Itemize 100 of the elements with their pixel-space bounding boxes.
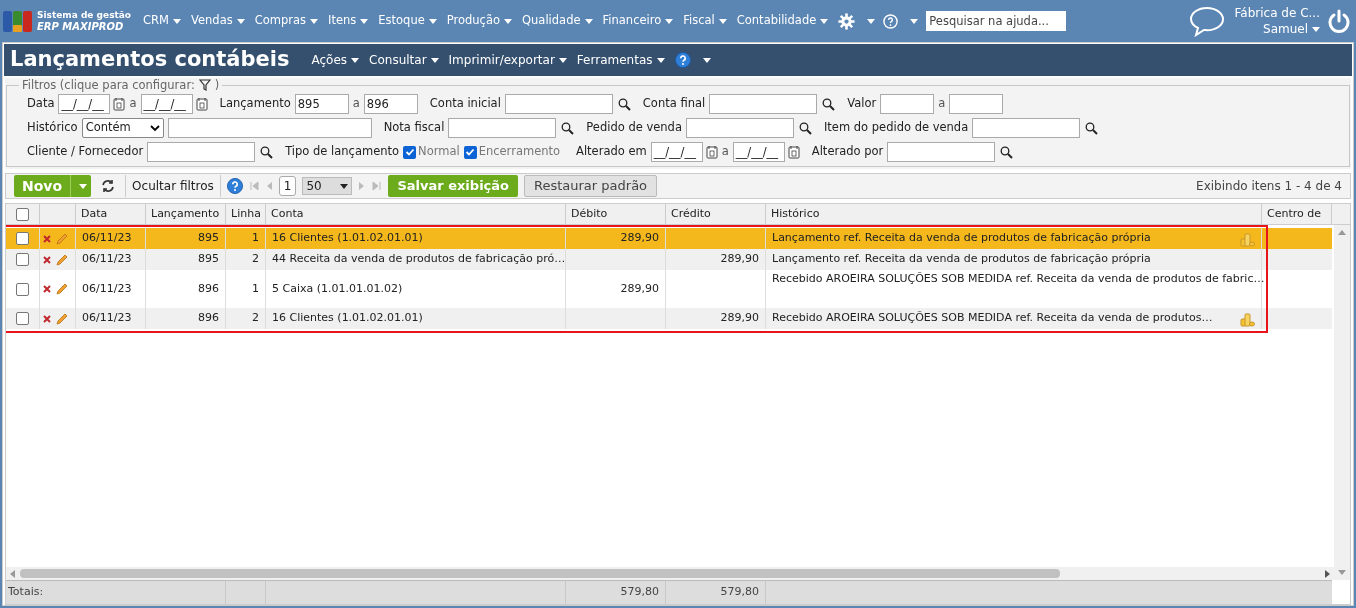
scroll-left-icon[interactable]	[8, 569, 18, 578]
scroll-down-icon[interactable]	[1338, 570, 1346, 576]
row-checkbox[interactable]	[16, 232, 29, 245]
row-checkbox[interactable]	[16, 282, 29, 296]
caret-icon	[340, 183, 349, 189]
caret-icon	[310, 18, 319, 24]
horizontal-scrollbar[interactable]	[6, 567, 1334, 580]
caret-icon	[360, 18, 369, 24]
search-icon[interactable]	[798, 121, 812, 135]
scroll-up-icon[interactable]	[1338, 229, 1346, 235]
column-header[interactable]: Crédito	[666, 204, 766, 224]
page-menu[interactable]: Imprimir/exportar	[448, 51, 567, 69]
nav-menu[interactable]: Itens	[328, 12, 369, 30]
nav-menu[interactable]: Contabilidade	[736, 12, 829, 30]
settings-icon[interactable]	[838, 12, 856, 30]
logo-icon	[3, 9, 33, 33]
input-field[interactable]: 895	[294, 94, 349, 114]
input-field[interactable]	[880, 94, 935, 114]
date-field[interactable]: __/__/__	[140, 94, 193, 114]
nav-menu[interactable]: Fiscal	[683, 12, 727, 30]
input-field[interactable]	[167, 118, 372, 138]
filter-label: Conta final	[642, 95, 706, 113]
search-icon[interactable]	[822, 97, 836, 111]
search-icon[interactable]	[561, 121, 575, 135]
calendar-icon[interactable]	[787, 145, 800, 159]
table-cell: Lançamento ref. Receita da venda de produtos de fabricação própria	[772, 230, 1151, 247]
date-field[interactable]: __/__/__	[732, 142, 785, 162]
page-menu[interactable]: Ferramentas	[576, 51, 665, 69]
input-field[interactable]	[448, 118, 557, 138]
input-field[interactable]: 896	[363, 94, 418, 114]
search-icon[interactable]	[1000, 145, 1014, 159]
refresh-icon[interactable]	[101, 179, 116, 193]
row-checkbox[interactable]	[16, 312, 29, 325]
column-header[interactable]: Data	[76, 204, 146, 224]
column-header[interactable]: Débito	[566, 204, 666, 224]
date-field[interactable]: __/__/__	[650, 142, 703, 162]
input-field[interactable]	[147, 142, 256, 162]
nav-menu[interactable]: Qualidade	[522, 12, 593, 30]
delete-icon[interactable]	[43, 255, 51, 264]
power-icon[interactable]	[1328, 9, 1350, 33]
nav-menu[interactable]: Compras	[254, 12, 319, 30]
input-field[interactable]	[887, 142, 996, 162]
edit-icon[interactable]	[55, 282, 69, 296]
nav-menu[interactable]: Financeiro	[602, 12, 674, 30]
search-icon[interactable]	[260, 145, 274, 159]
caret-icon	[584, 18, 593, 24]
search-icon[interactable]	[617, 97, 631, 111]
edit-icon[interactable]	[55, 252, 69, 267]
caret-icon	[867, 19, 876, 24]
calendar-icon[interactable]	[195, 97, 208, 111]
input-field[interactable]	[685, 118, 794, 138]
caret-icon	[656, 57, 665, 63]
page-menu[interactable]: Ações	[311, 51, 360, 69]
table-row[interactable]: 06/11/23 896 2 16 Clientes (1.01.02.01.01) 289,90 Recebido AROEIRA SOLUÇÕES SOB MEDIDA ref. Receita da venda de produtos…	[6, 308, 1332, 329]
search-icon[interactable]	[1085, 121, 1099, 135]
restore-default-button[interactable]: Restaurar padrão	[524, 175, 658, 197]
help-search-field[interactable]: Pesquisar na ajuda...	[926, 11, 1067, 31]
filter-label: Tipo de lançamento	[285, 143, 400, 161]
date-field[interactable]: __/__/__	[58, 94, 111, 114]
page-menu[interactable]: Consultar	[369, 51, 439, 69]
page-size-select[interactable]: 50	[302, 177, 353, 195]
select-field[interactable]: Contém	[81, 118, 164, 138]
column-header[interactable]: Histórico	[766, 204, 1262, 224]
vertical-scrollbar[interactable]	[1334, 225, 1350, 580]
calendar-icon[interactable]	[705, 145, 718, 159]
edit-icon[interactable]	[55, 311, 69, 326]
input-field[interactable]	[972, 118, 1081, 138]
delete-icon[interactable]	[43, 285, 51, 293]
user-menu[interactable]: Samuel	[1263, 21, 1320, 37]
filter-icon[interactable]	[198, 79, 211, 91]
filter-label: Alterado em	[576, 143, 647, 161]
nav-menu[interactable]: Vendas	[191, 12, 245, 30]
column-header[interactable]: Centro de	[1262, 204, 1332, 224]
input-field[interactable]	[709, 94, 818, 114]
checkbox[interactable]	[463, 145, 477, 159]
nav-menu[interactable]: Estoque	[378, 12, 437, 30]
calendar-icon[interactable]	[113, 97, 126, 111]
table-row[interactable]: 06/11/23 895 2 44 Receita da venda de produtos de fabricação pró… 289,90 Lançamento ref. Receita da venda de produtos de fabricação própria	[6, 249, 1332, 270]
hide-filters-button[interactable]: Ocultar filtros	[125, 175, 221, 197]
row-checkbox[interactable]	[16, 253, 29, 266]
delete-icon[interactable]	[43, 234, 51, 243]
nav-menu[interactable]: Produção	[446, 12, 513, 30]
select-all-checkbox[interactable]	[16, 207, 29, 221]
nav-menu[interactable]: CRM	[143, 12, 181, 30]
delete-icon[interactable]	[43, 314, 51, 323]
scroll-right-icon[interactable]	[1322, 569, 1332, 578]
filters-legend[interactable]: Filtros (clique para configurar:	[22, 78, 195, 92]
page-number-field[interactable]: 1	[278, 176, 297, 196]
coins-icon[interactable]	[1239, 310, 1255, 327]
column-header[interactable]: Conta	[266, 204, 566, 224]
checkbox[interactable]	[403, 145, 417, 159]
chat-icon[interactable]	[1188, 5, 1225, 37]
column-header[interactable]: Lançamento	[146, 204, 226, 224]
column-header[interactable]: Linha	[226, 204, 266, 224]
input-field[interactable]	[949, 94, 1004, 114]
caret-icon	[702, 58, 711, 63]
help-icon[interactable]	[674, 52, 691, 68]
input-field[interactable]	[504, 94, 613, 114]
table-row[interactable]: 06/11/23 895 1 16 Clientes (1.01.02.01.01) 289,90 Lançamento ref. Receita da venda de produtos de fabricação própria	[6, 228, 1332, 249]
help-icon[interactable]	[226, 178, 243, 194]
